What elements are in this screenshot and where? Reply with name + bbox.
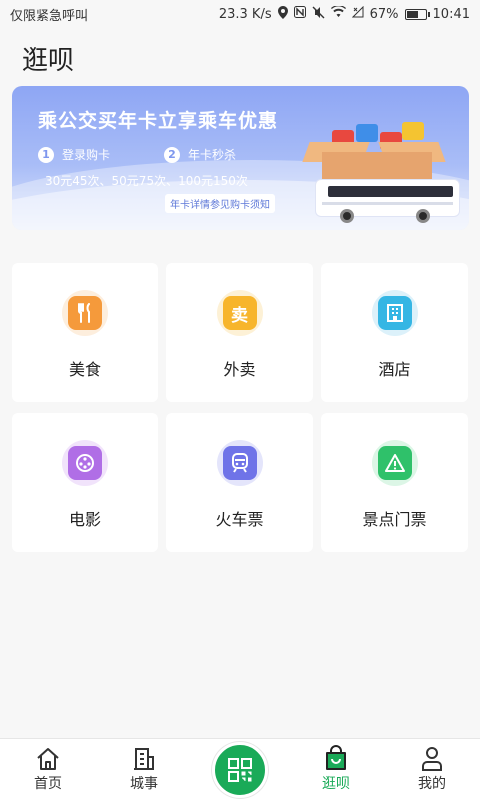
status-right: 23.3 K/s 67% 10:41 (218, 5, 470, 23)
step-label: 年卡秒杀 (188, 148, 237, 162)
banner-title: 乘公交买年卡立享乘车优惠 (38, 110, 279, 132)
icon-halo (62, 440, 108, 486)
takeout-icon: 卖 (222, 296, 257, 330)
clock: 10:41 (432, 6, 470, 22)
service-label: 美食 (68, 360, 101, 379)
icon-halo: 卖 (216, 290, 263, 336)
nfc-icon (293, 6, 306, 22)
service-card-train[interactable]: 火车票 (166, 413, 313, 552)
movie-icon (68, 446, 102, 480)
bus-illustration (315, 179, 460, 223)
tab-browse[interactable]: 逛呗 (288, 739, 384, 800)
page-title: 逛呗 (22, 46, 75, 76)
icon-halo (62, 290, 108, 336)
service-card-food[interactable]: 美食 (12, 263, 158, 402)
mute-icon (312, 6, 325, 23)
home-icon (37, 748, 59, 770)
battery-fill (406, 10, 418, 18)
qr-scan-button[interactable] (212, 742, 268, 798)
gift-icon (402, 122, 424, 140)
network-speed: 23.3 K/s (218, 6, 272, 22)
banner-step-1: 1 登录购卡 (38, 146, 110, 163)
step-number-badge: 2 (164, 146, 180, 163)
service-label: 火车票 (215, 510, 264, 529)
profile-icon (422, 747, 442, 771)
service-label: 酒店 (378, 360, 411, 379)
bus-wheel (416, 209, 430, 223)
tab-home[interactable]: 首页 (0, 739, 96, 800)
battery-icon (404, 8, 430, 20)
wifi-icon (330, 5, 346, 22)
service-card-hotel[interactable]: 酒店 (321, 263, 468, 402)
qr-scan-icon (228, 758, 252, 782)
status-bar: 仅限紧急呼叫 23.3 K/s 67% 10:41 (0, 0, 480, 28)
icon-halo (371, 290, 418, 336)
bus-windows (328, 186, 453, 197)
city-icon (134, 748, 154, 770)
annual-card-banner[interactable]: 乘公交买年卡立享乘车优惠 1 登录购卡 2 年卡秒杀 30元45次、50元75次… (12, 86, 469, 230)
bus-wheel (340, 209, 354, 223)
step-number-badge: 1 (38, 146, 54, 163)
service-label: 电影 (68, 510, 101, 529)
signal-icon (351, 5, 364, 22)
battery-percent: 67% (369, 6, 399, 22)
banner-step-2: 2 年卡秒杀 (164, 146, 236, 163)
status-left-text: 仅限紧急呼叫 (10, 8, 89, 24)
service-label: 外卖 (223, 360, 256, 379)
food-icon (68, 296, 102, 330)
step-label: 登录购卡 (62, 148, 111, 162)
tab-label: 城事 (130, 776, 158, 792)
icon-halo (371, 440, 418, 486)
tab-label: 我的 (418, 776, 446, 792)
service-card-movie[interactable]: 电影 (12, 413, 158, 552)
banner-notice[interactable]: 年卡详情参见购卡须知 (165, 194, 275, 213)
banner-prices: 30元45次、50元75次、100元150次 (45, 174, 248, 188)
hotel-icon (377, 296, 412, 330)
service-grid: 美食 卖 外卖 酒店 电影 火车票 景点门票 (12, 263, 469, 552)
service-label: 景点门票 (362, 510, 427, 529)
gift-icon (356, 124, 378, 142)
tab-label: 逛呗 (322, 776, 350, 792)
train-icon (222, 446, 257, 480)
tab-profile[interactable]: 我的 (384, 739, 480, 800)
location-icon (277, 5, 288, 23)
takeout-glyph: 卖 (231, 305, 248, 326)
bus-stripe (322, 202, 453, 205)
shopping-bag-icon (326, 745, 346, 770)
service-card-takeout[interactable]: 卖 外卖 (166, 263, 313, 402)
icon-halo (216, 440, 263, 486)
tab-city[interactable]: 城事 (96, 739, 192, 800)
tab-label: 首页 (34, 776, 62, 792)
scenic-icon (377, 446, 412, 480)
service-card-scenic[interactable]: 景点门票 (321, 413, 468, 552)
